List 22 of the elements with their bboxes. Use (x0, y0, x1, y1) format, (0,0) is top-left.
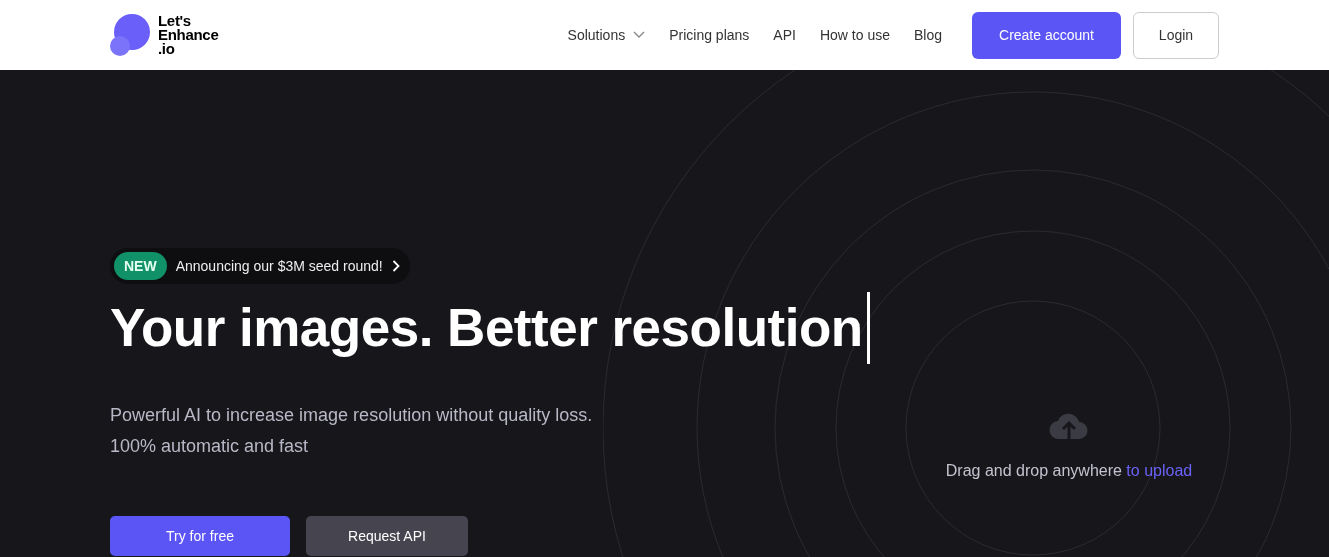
login-button[interactable]: Login (1133, 11, 1219, 59)
text-cursor (866, 292, 870, 364)
upload-link[interactable]: to upload (1126, 462, 1193, 479)
logo-text: Let's Enhance .io (158, 14, 219, 56)
logo-blob-icon (110, 12, 150, 58)
chevron-right-icon (391, 260, 400, 272)
nav-link[interactable]: How to use (819, 27, 890, 43)
nav-link[interactable]: Solutions (567, 27, 646, 43)
nav-link[interactable]: Pricing plans (669, 27, 750, 43)
create-account-button[interactable]: Create account (972, 11, 1121, 59)
nav-link[interactable]: API (773, 27, 796, 43)
announcement-badge[interactable]: NEW Announcing our $3M seed round! (110, 248, 410, 284)
nav-link[interactable]: Blog (913, 27, 942, 43)
hero-heading: Your images. Better resolution (110, 297, 863, 359)
request-api-button[interactable]: Request API (306, 516, 468, 556)
new-tag: NEW (114, 252, 167, 280)
try-free-button[interactable]: Try for free (110, 516, 290, 556)
chevron-down-icon (633, 31, 646, 39)
upload-hint: Drag and drop anywhere to upload (945, 462, 1193, 480)
hero-subtitle: Powerful AI to increase image resolution without quality loss. 100% automatic and fast (110, 404, 594, 458)
announcement-text: Announcing our $3M seed round! (175, 258, 383, 274)
logo[interactable]: Let's Enhance .io (110, 12, 219, 58)
